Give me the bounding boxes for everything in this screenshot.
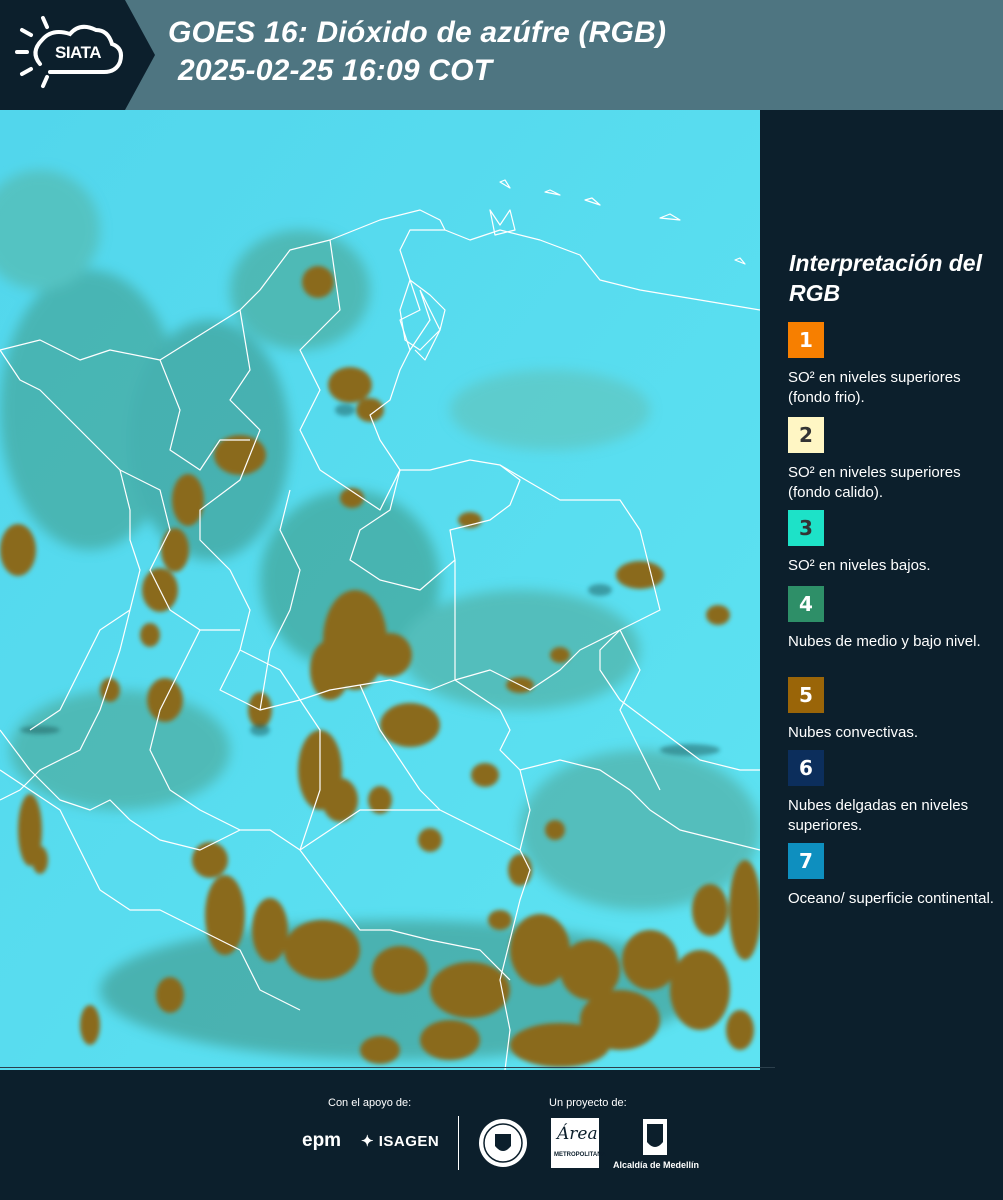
- legend-swatch-6: 6: [788, 750, 824, 786]
- legend-item-6: 6 Nubes delgadas en niveles superiores.: [788, 750, 998, 836]
- legend-text-7: Oceano/ superficie continental.: [788, 890, 994, 907]
- legend-swatch-4: 4: [788, 586, 824, 622]
- legend-item-5: 5 Nubes convectivas.: [788, 677, 998, 743]
- legend-item-1: 1 SO² en niveles superiores (fondo frio)…: [788, 322, 998, 408]
- legend-item-4: 4 Nubes de medio y bajo nivel.: [788, 586, 998, 652]
- area-logo-subtext: METROPOLITANA: [554, 1152, 606, 1158]
- area-logo-text: Área: [557, 1124, 598, 1144]
- siata-logo[interactable]: SIATA: [0, 0, 155, 110]
- isagen-mark-icon: ✦: [361, 1133, 375, 1150]
- legend-swatch-1: 1: [788, 322, 824, 358]
- footer-divider-line: [0, 1067, 775, 1068]
- support-label: Con el apoyo de:: [328, 1097, 412, 1109]
- project-label: Un proyecto de:: [549, 1097, 627, 1109]
- legend-text-2: SO² en niveles superiores (fondo calido)…: [788, 464, 961, 501]
- legend-text-3: SO² en niveles bajos.: [788, 557, 931, 574]
- isagen-logo[interactable]: ✦ ISAGEN: [361, 1132, 439, 1150]
- legend-text-6: Nubes delgadas en niveles superiores.: [788, 797, 969, 834]
- alcaldia-shield-icon[interactable]: [642, 1118, 668, 1156]
- legend-text-1: SO² en niveles superiores (fondo frio).: [788, 369, 961, 406]
- logo-text: SIATA: [55, 43, 101, 62]
- page-title: GOES 16: Dióxido de azúfre (RGB) 2025-02…: [168, 14, 666, 90]
- legend-text-5: Nubes convectivas.: [788, 724, 919, 741]
- legend-swatch-5: 5: [788, 677, 824, 713]
- map-image: [0, 110, 760, 1070]
- title-product: GOES 16: Dióxido de azúfre (RGB): [168, 16, 667, 49]
- legend-item-7: 7 Oceano/ superficie continental.: [788, 843, 998, 909]
- area-metropolitana-logo[interactable]: Área METROPOLITANA: [551, 1118, 606, 1168]
- title-timestamp: 2025-02-25 16:09 COT: [178, 54, 493, 87]
- alcaldia-label: Alcaldía de Medellín: [613, 1160, 700, 1170]
- legend-swatch-2: 2: [788, 417, 824, 453]
- legend-swatch-7: 7: [788, 843, 824, 879]
- footer-divider: [458, 1116, 459, 1170]
- legend-item-3: 3 SO² en niveles bajos.: [788, 510, 998, 576]
- epm-logo[interactable]: epm: [302, 1130, 341, 1152]
- legend-title: Interpretación del RGB: [789, 250, 982, 306]
- header: SIATA GOES 16: Dióxido de azúfre (RGB) 2…: [0, 0, 1003, 110]
- medellin-seal-icon[interactable]: [478, 1118, 528, 1168]
- legend: Interpretación del RGB 1 SO² en niveles …: [760, 110, 1003, 1070]
- footer: Con el apoyo de: Un proyecto de: epm ✦ I…: [0, 1067, 1003, 1200]
- isagen-label: ISAGEN: [378, 1133, 440, 1150]
- legend-text-4: Nubes de medio y bajo nivel.: [788, 633, 981, 650]
- legend-swatch-3: 3: [788, 510, 824, 546]
- legend-item-2: 2 SO² en niveles superiores (fondo calid…: [788, 417, 998, 503]
- satellite-map[interactable]: [0, 110, 760, 1070]
